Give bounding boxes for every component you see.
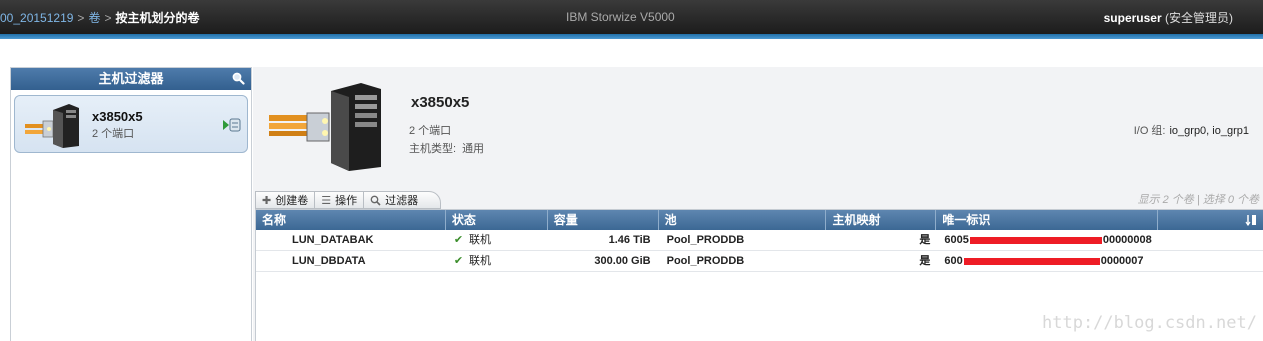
host-mapping-icon <box>223 118 241 132</box>
plus-icon: ✚ <box>262 194 272 207</box>
volume-status: ✔ 联机 <box>446 251 548 271</box>
user-name: superuser <box>1103 11 1162 25</box>
column-sort-icon[interactable] <box>1245 214 1257 226</box>
accent-bar <box>0 34 1263 39</box>
watermark: http://blog.csdn.net/ <box>1042 313 1257 333</box>
breadcrumb-separator: > <box>77 11 85 25</box>
table-row[interactable]: LUN_DBDATA ✔ 联机 300.00 GiB Pool_PRODDB 是 … <box>256 251 1263 272</box>
list-icon: ☰ <box>321 194 332 207</box>
uid-suffix: 0000007 <box>1100 255 1144 267</box>
create-volume-label: 创建卷 <box>275 195 309 207</box>
host-filter-panel: 主机过滤器 x3850x5 2 个端口 <box>10 67 252 341</box>
main-content: x3850x5 2 个端口 主机类型: 通用 I/O 组: io_grp0, io_… <box>253 67 1263 341</box>
volume-name: LUN_DATABAK <box>292 234 374 246</box>
server-icon <box>269 83 381 171</box>
volume-status: ✔ 联机 <box>446 230 548 250</box>
product-name: IBM Storwize V5000 <box>566 10 675 24</box>
column-header-unique-id[interactable]: 唯一标识 <box>936 210 1159 230</box>
volume-host-mapping: 是 <box>919 234 931 246</box>
host-filter-title: 主机过滤器 <box>98 71 164 86</box>
volume-pool: Pool_PRODDB <box>666 234 745 246</box>
checkmark-icon: ✔ <box>453 234 464 246</box>
row-filler <box>1158 251 1263 271</box>
host-ports: 2 个端口 <box>92 128 135 140</box>
host-type-label: 主机类型: <box>409 143 457 155</box>
volume-name: LUN_DBDATA <box>292 255 366 267</box>
table-row[interactable]: LUN_DATABAK ✔ 联机 1.46 TiB Pool_PRODDB 是 6… <box>256 230 1263 251</box>
io-group: I/O 组: io_grp0, io_grp1 <box>1134 122 1249 138</box>
io-group-value: io_grp0, io_grp1 <box>1169 125 1249 137</box>
column-menu-header[interactable] <box>1158 210 1263 230</box>
user-menu[interactable]: superuser (安全管理员) <box>1104 9 1233 26</box>
breadcrumb-system-link[interactable]: 00_20151219 <box>0 11 73 25</box>
column-header-capacity[interactable]: 容量 <box>548 210 659 230</box>
volume-unique-id: 600 0000007 <box>936 251 1158 271</box>
selection-status: 显示 2 个卷 | 选择 0 个卷 <box>1137 194 1259 206</box>
actions-button[interactable]: ☰ 操作 <box>314 191 364 209</box>
breadcrumb-separator: > <box>104 11 112 25</box>
volume-pool: Pool_PRODDB <box>666 255 745 267</box>
volume-unique-id: 6005 00000008 <box>936 230 1158 250</box>
uid-suffix: 00000008 <box>1102 234 1152 246</box>
breadcrumb: 00_20151219 > 卷 > 按主机划分的卷 <box>0 9 199 26</box>
top-bar: 00_20151219 > 卷 > 按主机划分的卷 IBM Storwize V5000… <box>0 0 1263 34</box>
create-volume-button[interactable]: ✚ 创建卷 <box>255 191 315 209</box>
filter-label: 过滤器 <box>385 195 419 207</box>
redaction-bar <box>969 236 1102 244</box>
column-header-pool[interactable]: 池 <box>659 210 827 230</box>
volume-status-text: 联机 <box>469 255 492 267</box>
host-detail-type: 主机类型: 通用 <box>409 140 484 156</box>
io-group-label: I/O 组: <box>1133 125 1166 137</box>
checkmark-icon: ✔ <box>453 255 464 267</box>
host-detail-name: x3850x5 <box>411 94 470 111</box>
volume-host-mapping: 是 <box>919 255 931 267</box>
breadcrumb-volumes-link[interactable]: 卷 <box>88 11 100 25</box>
volume-capacity: 300.00 GiB <box>594 255 651 267</box>
host-filter-header: 主机过滤器 <box>11 68 251 90</box>
host-detail-ports: 2 个端口 <box>409 125 452 137</box>
search-icon <box>370 195 381 206</box>
filter-button[interactable]: 过滤器 <box>363 191 442 209</box>
actions-label: 操作 <box>335 195 358 207</box>
row-filler <box>1158 230 1263 250</box>
host-type-value: 通用 <box>462 143 485 155</box>
table-header: 名称 状态 容量 池 主机映射 唯一标识 <box>256 210 1263 230</box>
breadcrumb-current: 按主机划分的卷 <box>115 11 200 25</box>
volume-toolbar: ✚ 创建卷 ☰ 操作 过滤器 <box>255 191 442 209</box>
user-role: (安全管理员) <box>1165 11 1233 25</box>
volume-capacity: 1.46 TiB <box>608 234 651 246</box>
host-list-item[interactable]: x3850x5 2 个端口 <box>14 95 248 153</box>
uid-prefix: 6005 <box>944 234 969 246</box>
uid-prefix: 600 <box>944 255 963 267</box>
server-icon <box>25 104 79 148</box>
host-name: x3850x5 <box>92 109 143 124</box>
column-header-status[interactable]: 状态 <box>446 210 548 230</box>
column-header-name[interactable]: 名称 <box>256 210 446 230</box>
column-header-host-mapping[interactable]: 主机映射 <box>826 210 937 230</box>
redaction-bar <box>963 257 1100 265</box>
volume-status-text: 联机 <box>469 234 492 246</box>
search-icon[interactable] <box>232 72 245 85</box>
